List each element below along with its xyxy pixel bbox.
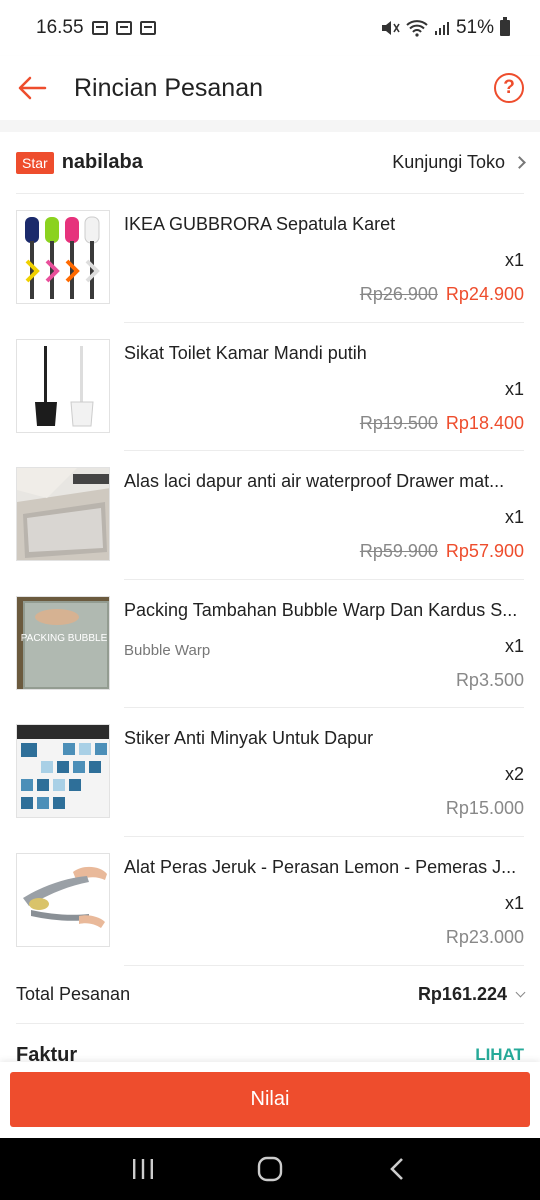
status-right: 51% — [380, 17, 510, 39]
visit-shop-label: Kunjungi Toko — [392, 152, 505, 172]
product-price: Rp23.000 — [445, 926, 524, 947]
product-thumbnail — [16, 852, 110, 947]
status-time: 16.55 — [36, 17, 84, 38]
chevron-right-icon — [513, 156, 526, 169]
drawer-mat-image — [17, 468, 109, 561]
order-item[interactable]: Sikat Toilet Kamar Mandi putih x1 Rp19.5… — [0, 323, 540, 452]
product-name: Sikat Toilet Kamar Mandi putih — [124, 342, 367, 363]
visit-shop-link[interactable]: Kunjungi Toko — [392, 152, 526, 173]
product-name: Stiker Anti Minyak Untuk Dapur — [124, 728, 374, 749]
product-thumbnail — [16, 338, 110, 433]
back-button[interactable] — [0, 56, 64, 120]
back-nav-icon — [389, 1158, 403, 1180]
order-item-details: Alas laci dapur anti air waterproof Draw… — [124, 451, 524, 580]
signal-icon — [434, 22, 449, 35]
star-badge: Star — [16, 151, 54, 174]
product-name: Packing Tambahan Bubble Warp Dan Kardus … — [124, 599, 518, 620]
page-title: Rincian Pesanan — [74, 73, 264, 102]
order-total-row[interactable]: Total Pesanan Rp161.224 — [16, 966, 526, 1024]
order-item-details: IKEA GUBBRORA Sepatula Karet x1 Rp26.900… — [124, 194, 524, 323]
back-arrow-icon — [18, 76, 47, 100]
discounted-price: Rp24.900 — [445, 284, 524, 304]
image-icon — [139, 21, 156, 35]
order-items-list: IKEA GUBBRORA Sepatula Karet x1 Rp26.900… — [0, 194, 540, 966]
price-row: Rp59.900 Rp57.900 — [360, 541, 524, 562]
chevron-down-icon — [515, 987, 526, 998]
order-item[interactable]: PACKING BUBBLE Packing Tambahan Bubble W… — [0, 580, 540, 709]
discounted-price: Rp18.400 — [445, 412, 524, 433]
order-item[interactable]: Alat Peras Jeruk - Perasan Lemon - Pemer… — [0, 837, 540, 966]
shop-name: nabilaba — [61, 151, 143, 173]
status-left: 16.55 — [36, 17, 156, 39]
app-header: Rincian Pesanan ? — [0, 56, 540, 120]
wifi-icon — [406, 20, 428, 37]
shop-row: Star nabilaba Kunjungi Toko — [16, 132, 526, 194]
original-price: Rp19.500 — [359, 412, 438, 433]
status-bar: 16.55 51% — [0, 0, 540, 56]
product-thumbnail: PACKING BUBBLE — [16, 595, 110, 690]
order-item-details: Alat Peras Jeruk - Perasan Lemon - Pemer… — [124, 837, 524, 966]
recent-apps-icon — [133, 1159, 154, 1179]
product-thumbnail — [16, 210, 110, 304]
notification-icon — [91, 21, 108, 35]
original-price: Rp59.900 — [359, 541, 438, 562]
section-divider — [0, 120, 540, 132]
invoice-label: Faktur — [16, 1044, 78, 1062]
order-total-value: Rp161.224 — [417, 984, 526, 1005]
product-quantity: x1 — [504, 507, 524, 528]
product-quantity: x1 — [504, 250, 524, 270]
kitchen-sticker-image — [17, 725, 109, 818]
order-item-details: Packing Tambahan Bubble Warp Dan Kardus … — [124, 580, 524, 709]
price-row: Rp23.000 — [446, 927, 524, 948]
product-name: Alas laci dapur anti air waterproof Draw… — [124, 471, 505, 492]
product-thumbnail — [16, 467, 110, 562]
home-button[interactable] — [250, 1149, 290, 1189]
original-price: Rp26.900 — [359, 284, 438, 304]
product-variant: Bubble Warp — [124, 641, 211, 659]
notification-icon — [115, 21, 132, 35]
product-quantity: x2 — [504, 764, 524, 785]
view-invoice-link[interactable]: LIHAT — [475, 1040, 524, 1062]
product-price: Rp15.000 — [445, 798, 524, 819]
home-icon — [257, 1156, 283, 1182]
price-row: Rp15.000 — [446, 798, 524, 819]
order-total-label: Total Pesanan — [16, 984, 131, 1004]
order-item-details: Stiker Anti Minyak Untuk Dapur x2 Rp15.0… — [124, 708, 524, 837]
battery-level: 51% — [455, 17, 494, 38]
order-item[interactable]: Alas laci dapur anti air waterproof Draw… — [0, 451, 540, 580]
product-name: Alat Peras Jeruk - Perasan Lemon - Pemer… — [124, 856, 517, 877]
bottom-action-bar: Nilai — [0, 1062, 540, 1138]
price-row: Rp3.500 — [456, 670, 524, 691]
price-row: Rp19.500 Rp18.400 — [360, 413, 524, 434]
order-item-details: Sikat Toilet Kamar Mandi putih x1 Rp19.5… — [124, 323, 524, 452]
spatula-image — [17, 211, 109, 303]
product-name: IKEA GUBBRORA Sepatula Karet — [124, 214, 396, 234]
order-item[interactable]: IKEA GUBBRORA Sepatula Karet x1 Rp26.900… — [0, 194, 540, 323]
product-quantity: x1 — [504, 635, 524, 656]
back-nav-button[interactable] — [377, 1149, 417, 1189]
rate-button[interactable]: Nilai — [10, 1072, 530, 1127]
bubble-wrap-image-text: PACKING BUBBLE — [21, 633, 108, 644]
system-nav-bar — [0, 1138, 540, 1200]
mute-icon — [381, 21, 400, 35]
order-item[interactable]: Stiker Anti Minyak Untuk Dapur x2 Rp15.0… — [0, 708, 540, 837]
toilet-brush-image — [17, 339, 109, 432]
product-thumbnail — [16, 724, 110, 819]
product-quantity: x1 — [504, 892, 524, 913]
discounted-price: Rp57.900 — [445, 541, 524, 562]
help-button[interactable]: ? — [494, 73, 524, 103]
citrus-press-image — [17, 853, 109, 946]
bubble-wrap-image: PACKING BUBBLE — [17, 596, 109, 689]
product-price: Rp3.500 — [455, 669, 524, 690]
product-quantity: x1 — [504, 378, 524, 399]
price-row: Rp26.900 Rp24.900 — [360, 284, 524, 305]
invoice-row: Faktur LIHAT — [16, 1040, 524, 1062]
recent-apps-button[interactable] — [123, 1149, 163, 1189]
order-total-amount: Rp161.224 — [417, 984, 507, 1004]
battery-icon — [500, 17, 510, 36]
question-icon: ? — [503, 77, 515, 98]
